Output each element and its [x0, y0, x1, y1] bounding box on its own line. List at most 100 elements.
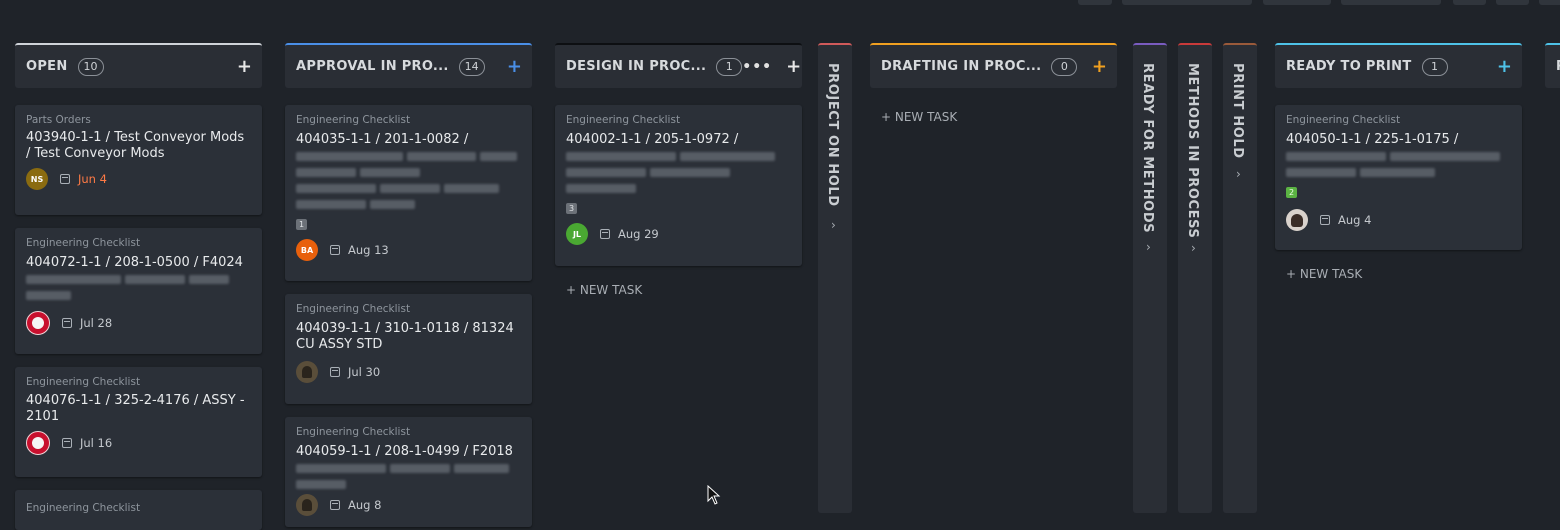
- column-title: OPEN: [26, 59, 68, 74]
- column-header[interactable]: P: [1545, 43, 1560, 88]
- redacted-text: [296, 180, 521, 196]
- toolbar-button[interactable]: [1539, 0, 1560, 5]
- add-task-icon[interactable]: +: [1092, 57, 1107, 76]
- due-date[interactable]: Jun 4: [78, 172, 107, 186]
- column-title: PRINT HOLD: [1230, 63, 1245, 159]
- due-date[interactable]: Jul 28: [80, 316, 112, 330]
- column-methods-in-process[interactable]: METHODS IN PROCESS ›: [1178, 43, 1212, 513]
- redacted-text: [1286, 148, 1511, 164]
- calendar-icon: [62, 318, 72, 328]
- task-card[interactable]: Engineering Checklist 404076-1-1 / 325-2…: [15, 367, 262, 477]
- calendar-icon: [62, 438, 72, 448]
- add-task-icon[interactable]: +: [1497, 57, 1512, 76]
- toolbar-button[interactable]: [1341, 0, 1441, 5]
- task-card[interactable]: Engineering Checklist 404059-1-1 / 208-1…: [285, 417, 532, 527]
- user-photo-icon: [302, 499, 312, 511]
- task-card[interactable]: Engineering Checklist 404039-1-1 / 310-1…: [285, 294, 532, 404]
- column-project-on-hold[interactable]: PROJECT ON HOLD ›: [818, 43, 852, 513]
- more-options-icon[interactable]: •••: [742, 59, 772, 75]
- chevron-right-icon[interactable]: ›: [1191, 241, 1196, 255]
- column-print-hold[interactable]: PRINT HOLD ›: [1223, 43, 1257, 513]
- task-card[interactable]: Engineering Checklist: [15, 490, 262, 530]
- new-task-button[interactable]: + NEW TASK: [1286, 267, 1362, 281]
- column-ready-to-print: READY TO PRINT 1 + Engineering Checklist…: [1275, 43, 1522, 281]
- task-type: Engineering Checklist: [26, 376, 141, 388]
- task-card[interactable]: Engineering Checklist 404050-1-1 / 225-1…: [1275, 105, 1522, 250]
- column-title: METHODS IN PROCESS: [1185, 63, 1200, 239]
- subtask-count-badge[interactable]: 3: [566, 203, 578, 214]
- avatar[interactable]: [1286, 209, 1308, 231]
- redacted-text: [26, 271, 251, 287]
- column-header[interactable]: READY TO PRINT 1 +: [1275, 43, 1522, 88]
- new-task-button[interactable]: + NEW TASK: [566, 283, 642, 297]
- toolbar-button[interactable]: [1078, 0, 1112, 5]
- task-card[interactable]: Engineering Checklist 404035-1-1 / 201-1…: [285, 105, 532, 281]
- column-title: READY FOR METHODS: [1140, 63, 1155, 234]
- task-type: Engineering Checklist: [296, 114, 411, 126]
- task-type: Engineering Checklist: [1286, 114, 1401, 126]
- due-date[interactable]: Aug 13: [348, 243, 389, 257]
- toolbar-button[interactable]: [1263, 0, 1331, 5]
- column-open: OPEN 10 + Parts Orders 403940-1-1 / Test…: [15, 43, 262, 530]
- calendar-icon: [60, 174, 70, 184]
- column-title: PROJECT ON HOLD: [825, 63, 840, 207]
- redacted-text: [1286, 164, 1511, 180]
- mouse-cursor-icon: [707, 485, 721, 505]
- task-type: Parts Orders: [26, 114, 91, 126]
- subtask-count-badge[interactable]: 1: [296, 219, 308, 230]
- toolbar-button[interactable]: [1122, 0, 1252, 5]
- column-title: DRAFTING IN PROC...: [881, 59, 1042, 74]
- calendar-icon: [330, 367, 340, 377]
- chevron-right-icon[interactable]: ›: [1146, 240, 1151, 254]
- user-photo-icon: [1291, 213, 1303, 227]
- column-header[interactable]: APPROVAL IN PRO... 14 +: [285, 43, 532, 88]
- column-title: DESIGN IN PROC...: [566, 59, 707, 74]
- toolbar-button[interactable]: [1453, 0, 1486, 5]
- add-task-icon[interactable]: +: [507, 57, 522, 76]
- redacted-text: [296, 164, 521, 180]
- calendar-icon: [600, 229, 610, 239]
- task-card[interactable]: Engineering Checklist 404002-1-1 / 205-1…: [555, 105, 802, 266]
- task-type: Engineering Checklist: [296, 303, 411, 315]
- redacted-text: [566, 164, 791, 180]
- task-title: 404059-1-1 / 208-1-0499 / F2018: [296, 444, 513, 459]
- task-title: 404002-1-1 / 205-1-0972 /: [566, 132, 739, 147]
- column-header[interactable]: DRAFTING IN PROC... 0 +: [870, 43, 1117, 88]
- column-ready-for-methods[interactable]: READY FOR METHODS ›: [1133, 43, 1167, 513]
- mascot-avatar-icon: [32, 437, 44, 449]
- redacted-text: [566, 180, 791, 196]
- due-date[interactable]: Jul 30: [348, 365, 380, 379]
- avatar[interactable]: [296, 361, 318, 383]
- task-count-badge: 1: [716, 57, 743, 76]
- avatar[interactable]: NS: [26, 168, 48, 190]
- add-task-icon[interactable]: +: [786, 57, 801, 76]
- column-approval: APPROVAL IN PRO... 14 + Engineering Chec…: [285, 43, 532, 527]
- task-title: 404050-1-1 / 225-1-0175 /: [1286, 132, 1459, 147]
- chevron-right-icon[interactable]: ›: [1236, 167, 1241, 181]
- task-card[interactable]: Engineering Checklist 404072-1-1 / 208-1…: [15, 228, 262, 354]
- due-date[interactable]: Aug 4: [1338, 213, 1371, 227]
- task-title: 404076-1-1 / 325-2-4176 / ASSY - 2101: [26, 393, 245, 424]
- subtask-count-badge[interactable]: 2: [1286, 187, 1298, 198]
- toolbar-button[interactable]: [1496, 0, 1529, 5]
- redacted-text: [26, 287, 251, 303]
- avatar[interactable]: [26, 431, 50, 455]
- column-header[interactable]: OPEN 10 +: [15, 43, 262, 88]
- calendar-icon: [330, 245, 340, 255]
- avatar[interactable]: BA: [296, 239, 318, 261]
- due-date[interactable]: Aug 29: [618, 227, 659, 241]
- avatar[interactable]: JL: [566, 223, 588, 245]
- avatar[interactable]: [296, 494, 318, 516]
- new-task-button[interactable]: + NEW TASK: [881, 110, 957, 124]
- column-header[interactable]: DESIGN IN PROC... 1 ••• +: [555, 43, 802, 88]
- task-count-badge: 0: [1051, 57, 1078, 76]
- task-type: Engineering Checklist: [566, 114, 681, 126]
- task-type: Engineering Checklist: [26, 502, 141, 514]
- redacted-text: [296, 148, 521, 164]
- chevron-right-icon[interactable]: ›: [831, 218, 836, 232]
- avatar[interactable]: [26, 311, 50, 335]
- task-card[interactable]: Parts Orders 403940-1-1 / Test Conveyor …: [15, 105, 262, 215]
- due-date[interactable]: Jul 16: [80, 436, 112, 450]
- add-task-icon[interactable]: +: [237, 57, 252, 76]
- column-title: APPROVAL IN PRO...: [296, 59, 449, 74]
